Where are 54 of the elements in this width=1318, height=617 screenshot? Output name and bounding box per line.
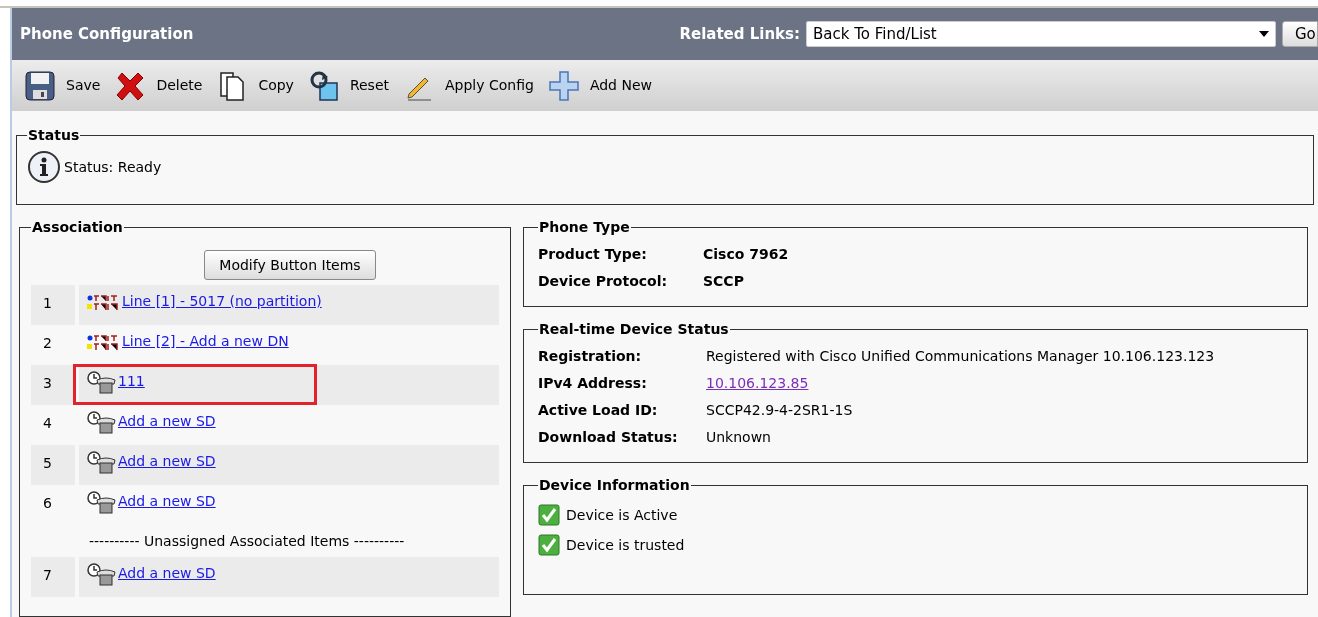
toolbar-button[interactable]: Reset bbox=[307, 69, 389, 102]
panel-legend: Real-time Device Status bbox=[538, 319, 730, 340]
toolbar-button[interactable]: Copy bbox=[216, 69, 294, 102]
association-link[interactable]: Add a new SD bbox=[118, 451, 216, 472]
plus-icon bbox=[547, 69, 580, 102]
toolbar-button[interactable]: Apply Config bbox=[403, 69, 534, 102]
field-label: Product Type: bbox=[538, 245, 648, 264]
check-label: Device is Active bbox=[566, 506, 678, 525]
row-number: 1 bbox=[43, 295, 52, 311]
info-icon bbox=[27, 150, 61, 184]
field-label: Download Status: bbox=[538, 428, 679, 447]
row-number: 4 bbox=[43, 415, 52, 431]
status-text: Status: Ready bbox=[64, 157, 162, 177]
field-value: SCCP bbox=[703, 272, 745, 291]
toolbar-button[interactable]: Add New bbox=[547, 69, 652, 102]
field-label: Device Protocol: bbox=[538, 272, 669, 291]
speed-dial-phone-icon bbox=[87, 563, 117, 587]
speed-dial-phone-icon bbox=[87, 411, 117, 435]
association-link[interactable]: Add a new SD bbox=[118, 491, 216, 512]
related-links-label: Related Links: bbox=[679, 23, 800, 45]
association-link[interactable]: Add a new SD bbox=[118, 563, 216, 584]
ip-address-link[interactable]: 10.106.123.85 bbox=[706, 373, 809, 394]
panel-legend: Phone Type bbox=[538, 217, 631, 238]
go-button[interactable]: Go bbox=[1282, 21, 1318, 48]
speed-dial-phone-icon bbox=[87, 371, 117, 395]
association-link[interactable]: Line [2] - Add a new DN bbox=[122, 331, 289, 352]
panel-legend: Status bbox=[27, 125, 81, 146]
field-label: Registration: bbox=[538, 347, 643, 366]
modify-button-items-button[interactable]: Modify Button Items bbox=[204, 250, 376, 280]
row-number: 6 bbox=[43, 495, 52, 511]
panel-legend: Association bbox=[31, 217, 124, 238]
save-icon bbox=[24, 69, 56, 102]
page-title: Phone Configuration bbox=[20, 23, 194, 45]
toolbar-button[interactable]: Save bbox=[24, 69, 101, 102]
speed-dial-phone-icon bbox=[87, 451, 117, 475]
related-links-dropdown[interactable]: Back To Find/List bbox=[806, 21, 1276, 48]
panel-legend: Device Information bbox=[538, 475, 691, 496]
unassigned-items-heading: ---------- Unassigned Associated Items ---------- bbox=[89, 531, 405, 551]
dropdown-caret-icon bbox=[1259, 31, 1269, 38]
speed-dial-phone-icon bbox=[87, 491, 117, 515]
field-value: Cisco 7962 bbox=[703, 245, 790, 264]
check-label: Device is trusted bbox=[566, 536, 685, 555]
row-number: 3 bbox=[43, 375, 52, 391]
toolbar-button[interactable]: Delete bbox=[114, 69, 203, 102]
field-label: IPv4 Address: bbox=[538, 374, 648, 393]
row-number: 2 bbox=[43, 335, 52, 351]
field-label: Active Load ID: bbox=[538, 401, 659, 420]
field-value: Unknown bbox=[706, 428, 772, 447]
field-value: SCCP42.9-4-2SR1-1S bbox=[706, 401, 854, 420]
row-number: 5 bbox=[43, 455, 52, 471]
association-link[interactable]: Add a new SD bbox=[118, 411, 216, 432]
field-value: Registered with Cisco Unified Communications Manager 10.106.123.123 bbox=[706, 347, 1216, 366]
row-number: 7 bbox=[43, 567, 52, 583]
association-link[interactable]: 111 bbox=[118, 371, 145, 392]
